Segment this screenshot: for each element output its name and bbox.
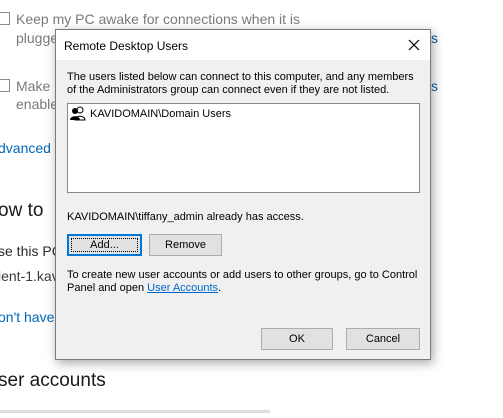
how-to-connect-heading: ow to [0,200,44,221]
remove-button-label: Remove [165,239,206,251]
faded-bottom-line [0,410,270,413]
list-item[interactable]: KAVIDOMAIN\Domain Users [70,106,231,121]
users-listbox[interactable]: KAVIDOMAIN\Domain Users [67,103,420,193]
close-icon [408,39,420,51]
discoverable-label-2: enable [16,96,59,112]
user-accounts-link[interactable]: User Accounts [147,282,218,294]
advanced-settings-link[interactable]: dvanced s [0,140,62,156]
info-text-body: To create new user accounts or add users… [67,269,418,294]
user-accounts-heading: ser accounts [0,370,106,391]
keep-awake-label-1: Keep my PC awake for connections when it… [16,11,301,27]
add-button[interactable]: Add... [67,234,142,256]
discoverable-checkbox[interactable] [0,79,10,92]
keep-awake-checkbox[interactable] [0,12,10,25]
ok-button[interactable]: OK [261,328,333,350]
cancel-button-label: Cancel [365,333,401,345]
show-settings-link-2[interactable]: s [431,78,438,94]
cancel-button[interactable]: Cancel [346,328,420,350]
access-status-text: KAVIDOMAIN\tiffany_admin already has acc… [67,211,304,223]
info-text-suffix: . [218,282,222,294]
ok-button-label: OK [289,333,305,345]
show-settings-link-1[interactable]: s [431,30,438,46]
dialog-title: Remote Desktop Users [64,39,189,53]
focus-indicator [71,238,138,252]
dialog-titlebar[interactable]: Remote Desktop Users [56,30,430,60]
remote-desktop-users-dialog: Remote Desktop Users The users listed be… [55,29,431,360]
pc-name-text: ient-1.kav [0,268,59,284]
dont-have-client-link[interactable]: on't have [0,309,54,325]
keep-awake-label-2: plugge [16,30,59,46]
use-this-pc-text: se this PC [0,243,62,259]
user-group-icon [70,106,86,121]
close-button[interactable] [398,30,430,60]
discoverable-label-1: Make [16,78,51,94]
remove-button[interactable]: Remove [149,234,222,256]
user-entry-label: KAVIDOMAIN\Domain Users [90,107,231,120]
info-text: To create new user accounts or add users… [67,269,423,295]
dialog-description: The users listed below can connect to th… [67,71,414,96]
